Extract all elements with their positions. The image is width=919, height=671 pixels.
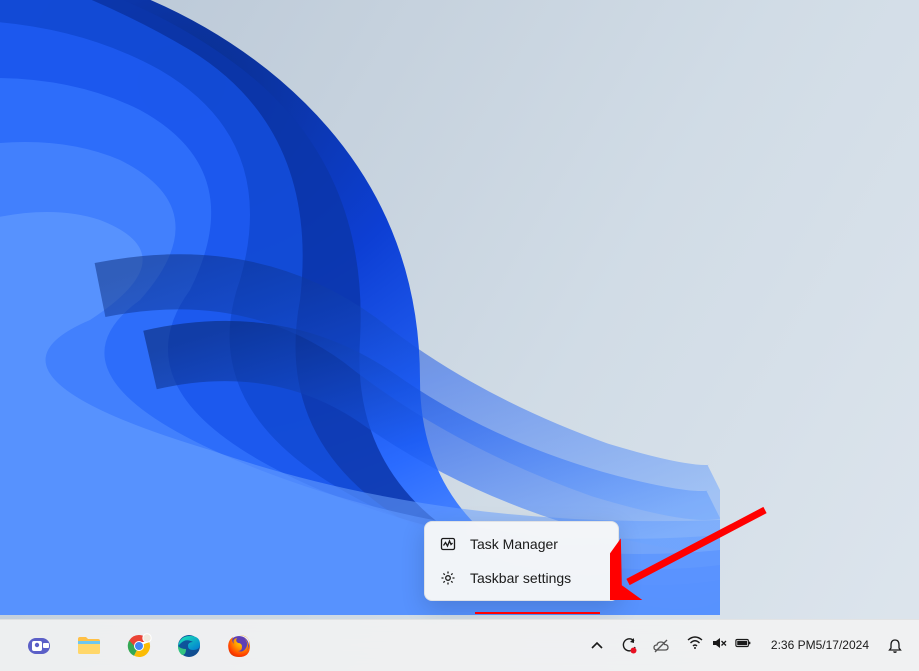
menu-item-taskbar-settings[interactable]: Taskbar settings (430, 561, 613, 595)
clock-time: 2:36 PM (771, 638, 816, 654)
taskbar-app-teams[interactable] (18, 625, 60, 667)
tray-notifications-icon[interactable] (881, 625, 909, 667)
desktop[interactable]: Task Manager Taskbar settings (0, 0, 919, 671)
taskbar[interactable]: 2:36 PM 5/17/2024 (0, 619, 919, 671)
clock-date: 5/17/2024 (816, 638, 869, 654)
tray-windows-update-icon[interactable] (615, 625, 643, 667)
taskbar-apps (0, 625, 260, 667)
tray-network-sound-battery[interactable] (679, 625, 759, 667)
annotation-underline (475, 612, 600, 614)
tray-onedrive-icon[interactable] (647, 625, 675, 667)
menu-item-label: Task Manager (470, 536, 558, 552)
tray-clock[interactable]: 2:36 PM 5/17/2024 (763, 625, 877, 667)
menu-item-task-manager[interactable]: Task Manager (430, 527, 613, 561)
battery-icon (735, 635, 751, 656)
task-manager-icon (440, 536, 456, 552)
taskbar-app-explorer[interactable] (68, 625, 110, 667)
taskbar-app-firefox[interactable] (218, 625, 260, 667)
volume-muted-icon (711, 635, 727, 656)
taskbar-context-menu: Task Manager Taskbar settings (424, 521, 619, 601)
taskbar-app-edge[interactable] (168, 625, 210, 667)
system-tray: 2:36 PM 5/17/2024 (583, 625, 919, 667)
taskbar-app-chrome[interactable] (118, 625, 160, 667)
wifi-icon (687, 635, 703, 656)
menu-item-label: Taskbar settings (470, 570, 571, 586)
gear-icon (440, 570, 456, 586)
tray-overflow-chevron[interactable] (583, 625, 611, 667)
